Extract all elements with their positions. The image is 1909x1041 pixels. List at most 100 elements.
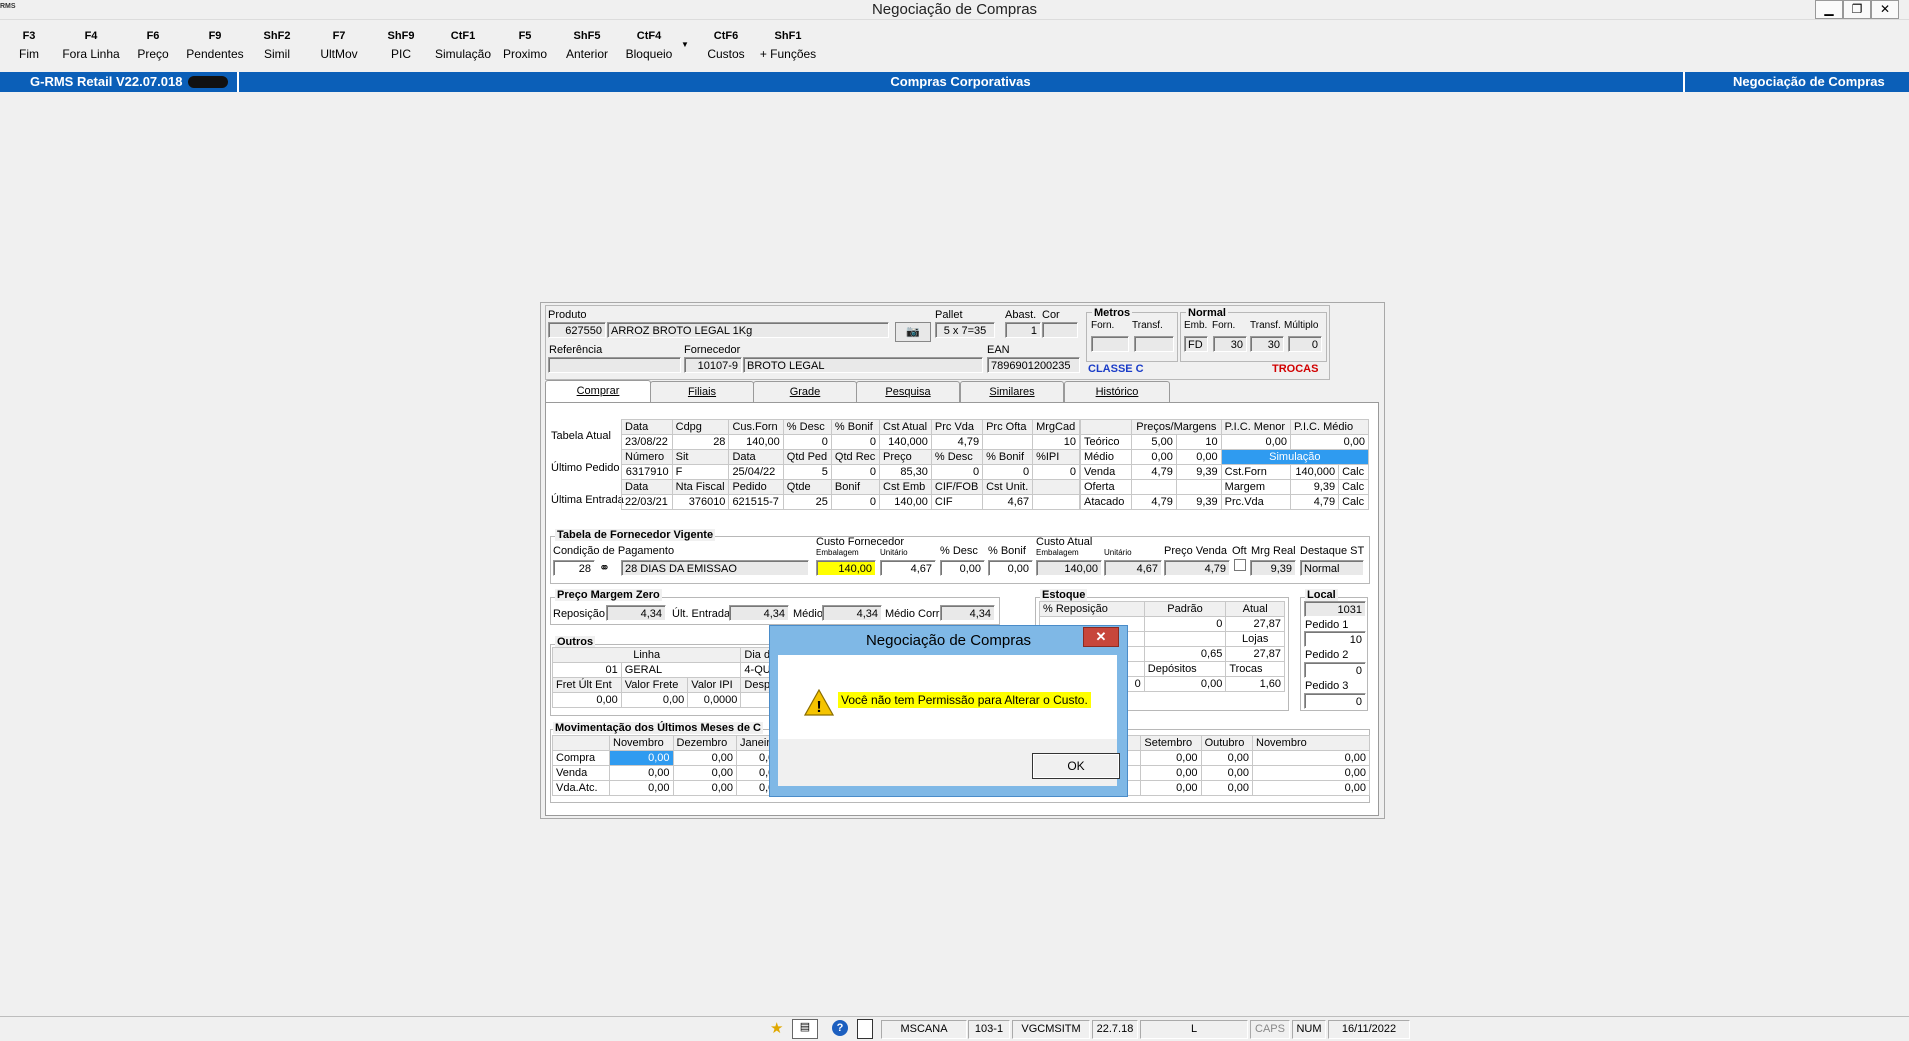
binoculars-icon[interactable]: ⚭ [599,560,610,576]
help-icon[interactable]: ? [832,1020,848,1036]
referencia-label: Referência [549,344,603,356]
key-label: F4 [84,30,98,42]
calc-button[interactable]: Calc [1338,479,1369,495]
destaque-st-label: Destaque ST [1300,545,1365,557]
oferta-checkbox[interactable] [1234,559,1246,571]
camera-icon[interactable]: 📷 [895,322,931,342]
grid-cell: Oferta [1080,479,1132,495]
toolbar-proximo-button[interactable]: F5 Proximo [499,30,551,61]
toolbar-simulacao-button[interactable]: CtF1 Simulação [432,30,494,61]
bonif-field[interactable]: 0,00 [988,560,1033,576]
grid-cell: 0,0000 [687,692,742,708]
medio-corr-label: Médio Corr [885,608,940,620]
desc-field[interactable]: 0,00 [940,560,985,576]
ok-button[interactable]: OK [1032,753,1120,779]
calc-button[interactable]: Calc [1338,464,1369,480]
fornecedor-code-field[interactable]: 10107-9 [684,357,742,373]
tab-historico[interactable]: Histórico [1064,381,1170,402]
grid-cell: 4,67 [982,494,1034,510]
toolbar-preco-button[interactable]: F6 Preço [131,30,175,61]
custo-unitario-field[interactable]: 4,67 [880,560,936,576]
toolbar-pic-button[interactable]: ShF9 PIC [378,30,424,61]
window-close-button[interactable]: ✕ [1871,0,1899,19]
grid-header: %IPI [1032,449,1080,465]
grid-cell: 0,00 [1200,750,1254,766]
grid-cell: 0,00 [1252,780,1370,796]
minimize-button[interactable]: ▁ [1815,0,1843,19]
metros-transf-field [1134,336,1174,352]
table-row: Venda 4,79 9,39 Cst.Forn 140,000 Calc [1080,464,1369,480]
grid-cell: 0,00 [1220,434,1291,450]
toolbar-bloqueio-button[interactable]: CtF4 Bloqueio [620,30,678,61]
toolbar-simil-button[interactable]: ShF2 Simil [254,30,300,61]
normal-transf-label: Transf. [1250,320,1281,331]
selected-cell[interactable]: 0,00 [609,750,674,766]
cor-field [1042,322,1078,338]
grid-header: Cus.Forn [728,419,784,435]
button-label: Proximo [502,47,547,61]
grid-cell: Atacado [1080,494,1132,510]
grid-cell: 25/04/22 [728,464,784,480]
permission-dialog: Negociação de Compras ✕ ! Você não tem P… [769,625,1128,797]
produto-code-field[interactable]: 627550 [548,322,606,338]
toolbar-funcoes-button[interactable]: ShF1 + Funções [758,30,818,61]
destaque-st-field: Normal [1300,560,1364,576]
status-caps: CAPS [1250,1020,1290,1039]
clipboard-icon[interactable] [857,1019,873,1039]
tab-comprar[interactable]: Comprar [545,380,651,403]
tab-filiais[interactable]: Filiais [650,381,754,402]
tab-label: Filiais [687,386,717,398]
simulacao-header[interactable]: Simulação [1220,449,1370,465]
referencia-field[interactable] [548,357,681,373]
grid-header: Número [621,449,673,465]
grid-cell: 5,00 [1131,434,1177,450]
toolbar-custos-button[interactable]: CtF6 Custos [700,30,752,61]
grid-cell: 0,00 [609,765,674,781]
grid-cell: 0,00 [552,692,622,708]
cond-pagamento-field[interactable]: 28 [553,560,595,576]
dropdown-arrow-icon[interactable]: ▼ [681,40,689,49]
oft-label: Oft [1232,545,1247,557]
grid-cell: 140,00 [879,494,932,510]
restore-button[interactable]: ❐ [1843,0,1871,19]
toolbar-fim-button[interactable]: F3 Fim [8,30,50,61]
grid-header: Data [621,419,673,435]
toolbar-ultmov-button[interactable]: F7 UltMov [313,30,365,61]
grid-cell: 0,00 [1289,434,1370,450]
mrg-real-label: Mrg Real [1251,545,1296,557]
preco-venda-label: Preço Venda [1164,545,1227,557]
grid-header: Qtde [782,479,832,495]
status-bar: ★ ▤ ? MSCANA 103-1 VGCMSITM 22.7.18 L CA… [0,1016,1909,1041]
tab-pesquisa[interactable]: Pesquisa [856,381,960,402]
pedido1-field[interactable]: 10 [1304,631,1366,647]
warning-icon: ! [804,689,834,716]
grid-cell: Venda [552,765,610,781]
pedido2-field[interactable]: 0 [1304,662,1366,678]
pedido3-label: Pedido 3 [1305,680,1349,692]
reposicao-label: Reposição [553,608,605,620]
grid-cell: F [671,464,730,480]
key-label: F6 [146,30,160,42]
toolbar-pendentes-button[interactable]: F9 Pendentes [181,30,249,61]
calc-button[interactable]: Calc [1338,494,1369,510]
grid-header: Cdpg [671,419,730,435]
unitario2-label: Unitário [1104,548,1132,557]
star-icon[interactable]: ★ [770,1019,783,1037]
status-user: MSCANA [881,1020,967,1039]
toolbar-fora-linha-button[interactable]: F4 Fora Linha [58,30,124,61]
dialog-close-button[interactable]: ✕ [1083,627,1119,647]
tab-similares[interactable]: Similares [960,381,1064,402]
toolbar-anterior-button[interactable]: ShF5 Anterior [560,30,614,61]
custo-fornecedor-label: Custo Fornecedor [816,536,905,548]
medio-label: Médio [793,608,823,620]
grid-cell: 0,00 [672,780,738,796]
pedido3-field[interactable]: 0 [1304,693,1366,709]
grid-header: Setembro [1140,735,1202,751]
custo-embalagem-field[interactable]: 140,00 [816,560,876,576]
printer-icon[interactable]: ▤ [792,1019,818,1039]
key-label: ShF1 [774,30,802,42]
normal-title: Normal [1186,307,1228,319]
grid-cell [1175,479,1222,495]
tab-grade[interactable]: Grade [753,381,857,402]
grid-header: Cst Unit. [982,479,1034,495]
